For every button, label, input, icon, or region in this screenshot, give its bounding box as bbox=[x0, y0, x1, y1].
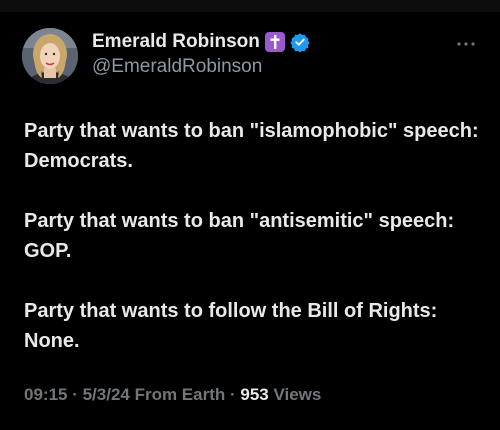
tweet-source: From Earth bbox=[129, 385, 226, 404]
avatar[interactable] bbox=[22, 28, 78, 84]
more-horizontal-icon bbox=[457, 42, 475, 46]
tweet-date[interactable]: 5/3/24 bbox=[83, 385, 130, 404]
tweet-paragraph: Party that wants to ban "islamophobic" s… bbox=[24, 120, 479, 172]
tweet-paragraph: Party that wants to follow the Bill of R… bbox=[24, 300, 438, 352]
verified-icon bbox=[290, 32, 310, 52]
views-count[interactable]: 953 bbox=[240, 385, 268, 404]
meta-separator: · bbox=[67, 385, 83, 404]
meta-separator: · bbox=[225, 385, 241, 404]
display-name[interactable]: Emerald Robinson bbox=[92, 31, 260, 53]
more-options-button[interactable] bbox=[454, 36, 478, 52]
tweet-paragraph: Party that wants to ban "antisemitic" sp… bbox=[24, 210, 455, 262]
avatar-photo bbox=[22, 28, 78, 84]
handle[interactable]: @EmeraldRobinson bbox=[92, 56, 262, 78]
views-label: Views bbox=[268, 385, 322, 404]
tweet-time[interactable]: 09:15 bbox=[24, 385, 67, 404]
tweet-meta: 09:15 · 5/3/24 From Earth · 953 Views bbox=[24, 385, 321, 405]
name-row: Emerald Robinson bbox=[92, 30, 310, 54]
tweet-text: Party that wants to ban "islamophobic" s… bbox=[24, 116, 480, 356]
tweet: Emerald Robinson @EmeraldRobinson Party … bbox=[0, 12, 500, 430]
top-divider-strip bbox=[0, 0, 500, 12]
cross-icon bbox=[264, 32, 285, 52]
